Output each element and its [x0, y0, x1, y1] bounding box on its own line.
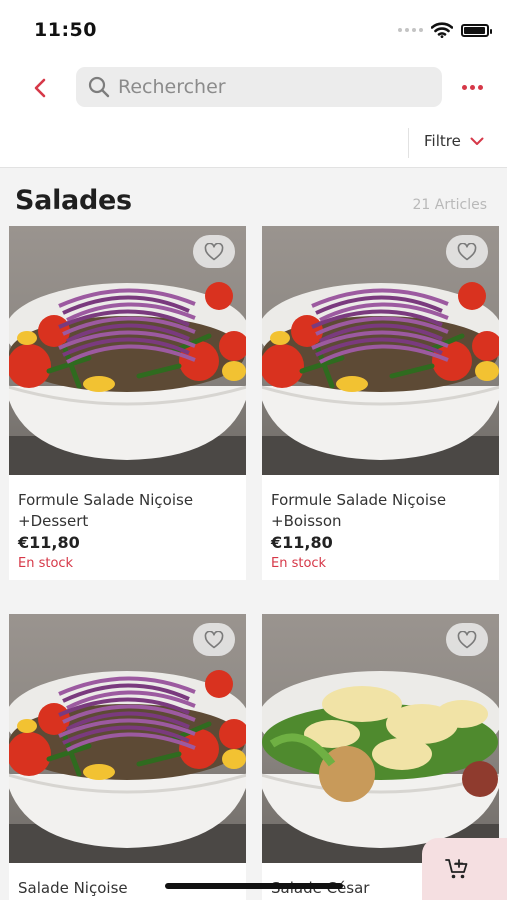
heart-icon [457, 242, 477, 260]
favorite-button[interactable] [193, 623, 235, 656]
home-indicator [165, 883, 343, 889]
back-button[interactable] [26, 74, 54, 102]
heart-icon [457, 630, 477, 648]
product-name: Formule Salade Niçoise +Boisson [271, 491, 447, 530]
product-card[interactable]: Formule Salade Niçoise +Boisson €11,80 E… [262, 226, 499, 580]
more-icon [461, 84, 467, 90]
wifi-icon [431, 22, 453, 38]
status-bar: 11:50 [0, 0, 507, 58]
favorite-button[interactable] [446, 623, 488, 656]
stock-status: En stock [271, 556, 327, 571]
cart-button[interactable] [422, 838, 507, 900]
product-price: €11,80 [271, 533, 333, 552]
more-options-button[interactable] [459, 76, 485, 98]
section-title: Salades [15, 185, 132, 216]
back-icon [34, 78, 46, 98]
search-icon [88, 76, 110, 98]
heart-icon [204, 630, 224, 648]
status-icons [398, 22, 492, 38]
signal-icon [398, 28, 423, 32]
filter-button[interactable]: Filtre [424, 132, 484, 150]
search-bar[interactable] [76, 67, 442, 107]
stock-status: En stock [18, 556, 74, 571]
product-price: €11,80 [18, 533, 80, 552]
top-nav [0, 58, 507, 116]
filter-divider [408, 128, 409, 158]
search-input[interactable] [118, 76, 418, 98]
favorite-button[interactable] [193, 235, 235, 268]
section-count: 21 Articles [412, 197, 487, 213]
product-card[interactable]: Formule Salade Niçoise +Dessert €11,80 E… [9, 226, 246, 580]
product-card[interactable]: Salade Niçoise [9, 614, 246, 900]
chevron-down-icon [470, 137, 484, 145]
cart-icon [444, 859, 467, 879]
battery-level [464, 26, 485, 34]
favorite-button[interactable] [446, 235, 488, 268]
filter-bar: Filtre [0, 116, 507, 168]
battery-icon [461, 23, 492, 37]
filter-label: Filtre [424, 132, 461, 150]
status-time: 11:50 [34, 19, 97, 41]
product-name: Formule Salade Niçoise +Dessert [18, 491, 194, 530]
heart-icon [204, 242, 224, 260]
